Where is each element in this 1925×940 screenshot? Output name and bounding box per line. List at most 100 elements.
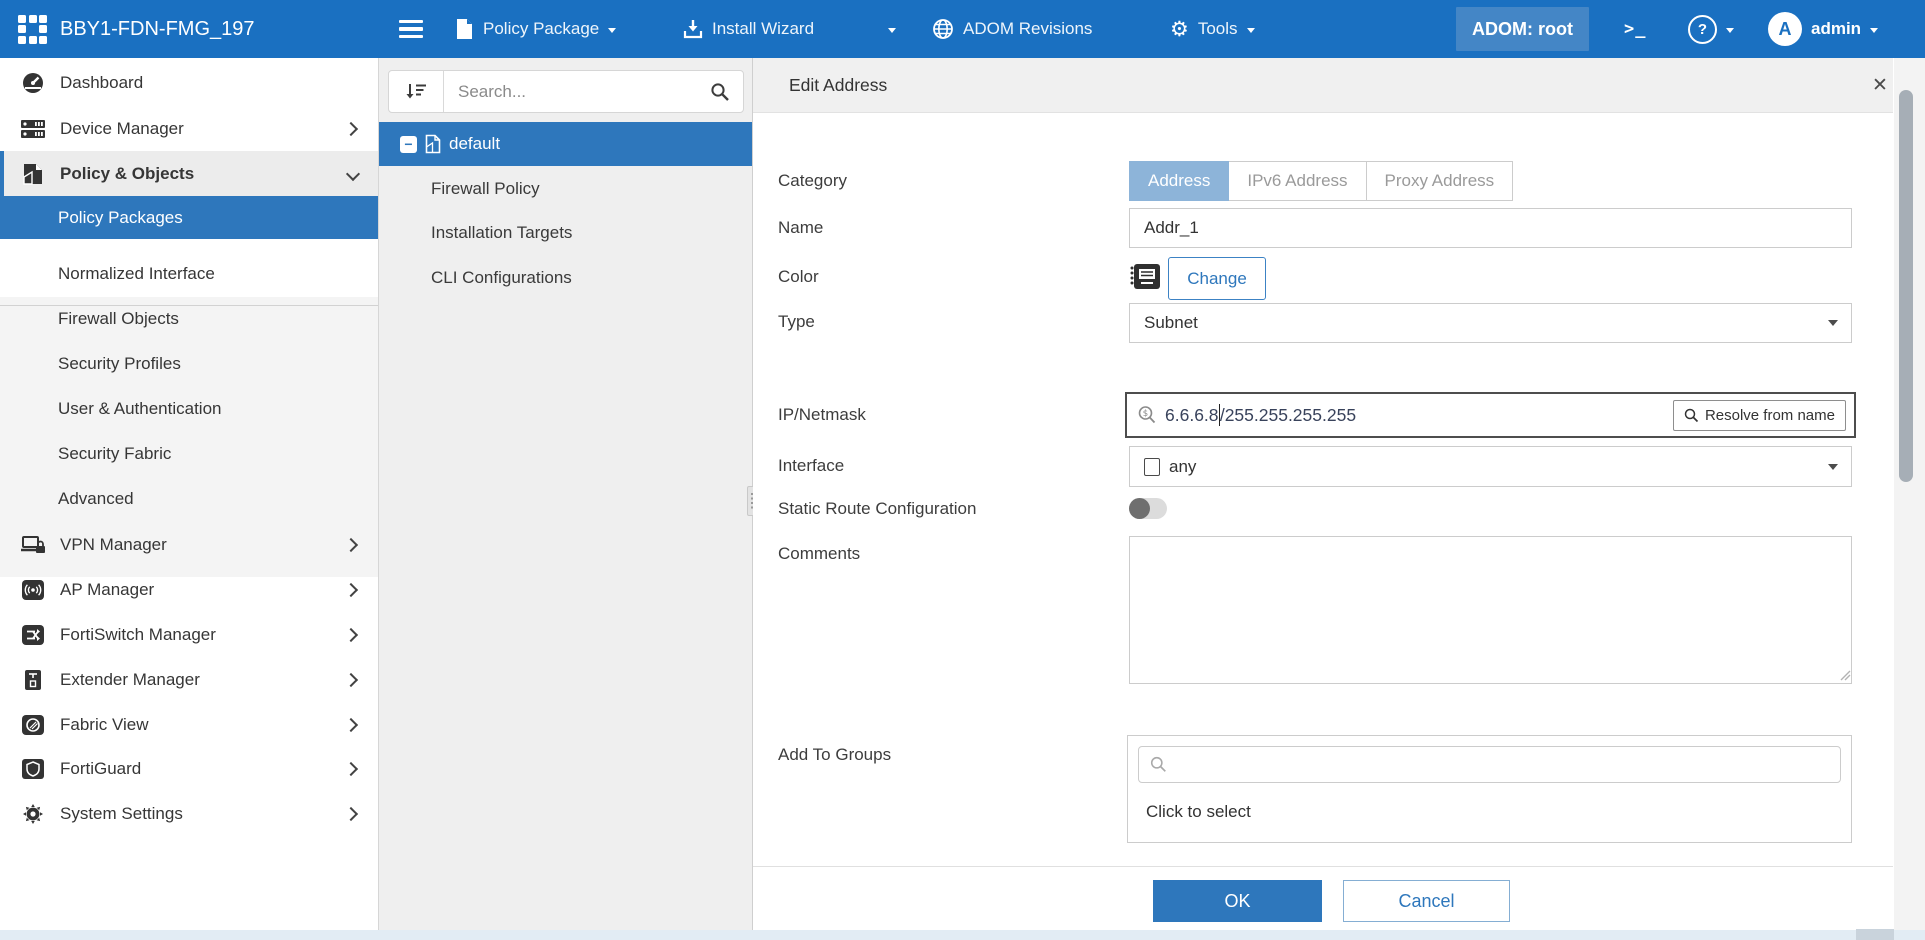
static-route-toggle[interactable] [1129, 498, 1167, 519]
sidebar-item-vpn-manager[interactable]: VPN Manager [0, 523, 378, 567]
name-input[interactable] [1129, 208, 1852, 248]
chevron-down-icon [1828, 320, 1838, 326]
chevron-down-icon [888, 28, 896, 33]
sidebar-item-policy-packages[interactable]: Policy Packages [0, 196, 378, 239]
category-option-proxy[interactable]: Proxy Address [1367, 161, 1514, 201]
add-to-groups-label: Add To Groups [778, 745, 891, 765]
package-node-cli-configurations[interactable]: CLI Configurations [379, 256, 805, 300]
sidebar-item-fabric-view[interactable]: Fabric View [0, 703, 378, 747]
grid-icon [18, 15, 47, 44]
help-menu[interactable]: ? [1688, 0, 1734, 58]
name-label: Name [778, 218, 823, 238]
sidebar-item-extender-manager[interactable]: Extender Manager [0, 658, 378, 702]
globe-icon [932, 18, 954, 40]
type-select[interactable]: Subnet [1129, 303, 1852, 343]
color-label: Color [778, 267, 819, 287]
username: admin [1811, 19, 1861, 39]
sidebar-item-fortiguard[interactable]: FortiGuard [0, 747, 378, 791]
sidebar-item-dashboard[interactable]: Dashboard [0, 61, 378, 105]
editor-header [753, 58, 1893, 113]
chevron-down-icon [608, 28, 616, 33]
hamburger-menu[interactable] [399, 0, 423, 58]
sidebar-item-normalized-interface[interactable]: Normalized Interface [0, 252, 378, 296]
sidebar-item-device-manager[interactable]: Device Manager [0, 107, 378, 151]
fortimanager-app: BBY1-FDN-FMG_197 Policy Package Install … [0, 0, 1925, 940]
sidebar-item-security-profiles[interactable]: Security Profiles [0, 342, 378, 386]
cli-console-button[interactable]: >_ [1624, 0, 1646, 58]
chevron-right-icon [344, 122, 358, 136]
gear-icon: ⚙ [1170, 19, 1189, 40]
fortiguard-icon [20, 756, 46, 782]
ip-netmask-label: IP/Netmask [778, 405, 866, 425]
category-segmented-control: Address IPv6 Address Proxy Address [1129, 161, 1513, 201]
ip-netmask-input[interactable]: $ 6.6.6.8/255.255.255.255 Resolve from n… [1125, 392, 1856, 438]
package-icon [425, 134, 441, 154]
package-node-default[interactable]: − default [379, 122, 774, 166]
search-icon [1150, 756, 1167, 773]
extender-icon [20, 667, 46, 693]
vpn-manager-icon [20, 532, 46, 558]
cancel-button[interactable]: Cancel [1343, 880, 1510, 922]
app-title: BBY1-FDN-FMG_197 [60, 0, 255, 58]
checkbox-icon [1144, 458, 1160, 476]
install-icon [683, 18, 703, 40]
user-menu[interactable]: A admin [1768, 0, 1878, 58]
sidebar-item-policy-objects[interactable]: Policy & Objects [0, 151, 382, 196]
click-to-select-hint[interactable]: Click to select [1146, 802, 1251, 822]
resolve-from-name-button[interactable]: Resolve from name [1673, 400, 1846, 431]
chevron-right-icon [344, 718, 358, 732]
sidebar-item-advanced[interactable]: Advanced [0, 477, 378, 521]
ip-netmask-value: 6.6.6.8/255.255.255.255 [1165, 404, 1356, 426]
dashboard-icon [20, 70, 46, 96]
sidebar-item-system-settings[interactable]: System Settings [0, 792, 378, 836]
sidebar-item-fortiswitch-manager[interactable]: FortiSwitch Manager [0, 613, 378, 657]
sort-icon [405, 82, 427, 102]
horizontal-scrollbar-track[interactable] [0, 930, 1925, 940]
groups-search-input[interactable] [1175, 755, 1840, 775]
add-to-groups-box[interactable]: Click to select [1127, 735, 1852, 843]
interface-label: Interface [778, 456, 844, 476]
category-option-address[interactable]: Address [1129, 161, 1229, 201]
collapse-icon[interactable]: − [400, 136, 417, 153]
menu-adom-revisions[interactable]: ADOM Revisions [932, 0, 1092, 58]
policy-objects-icon [20, 161, 46, 187]
sort-button[interactable] [389, 71, 444, 112]
groups-search-field[interactable] [1138, 746, 1841, 783]
chevron-right-icon [344, 673, 358, 687]
package-search-bar [388, 70, 744, 113]
toggle-knob [1129, 498, 1150, 519]
avatar: A [1768, 12, 1802, 46]
apps-grid-icon[interactable] [18, 0, 47, 58]
chevron-down-icon [1726, 28, 1734, 33]
main-sidebar: Dashboard Device Manager Policy & Object… [0, 58, 378, 930]
ap-manager-icon [20, 577, 46, 603]
sidebar-item-user-authentication[interactable]: User & Authentication [0, 387, 378, 431]
install-wizard-dropdown[interactable] [888, 0, 896, 58]
sidebar-item-security-fabric[interactable]: Security Fabric [0, 432, 378, 476]
package-node-installation-targets[interactable]: Installation Targets [379, 211, 805, 255]
search-submit[interactable] [697, 82, 743, 102]
device-manager-icon [20, 116, 46, 142]
adom-badge-wrap[interactable]: ADOM: root [1456, 0, 1589, 58]
color-change-button[interactable]: Change [1168, 257, 1266, 300]
comments-textarea[interactable] [1129, 536, 1852, 684]
hamburger-icon [399, 20, 423, 38]
ok-button[interactable]: OK [1153, 880, 1322, 922]
package-search-input[interactable] [444, 82, 697, 102]
category-option-ipv6[interactable]: IPv6 Address [1229, 161, 1366, 201]
scrollbar-corner [1856, 929, 1894, 940]
resolve-search-icon: $ [1137, 405, 1157, 425]
chevron-right-icon [344, 762, 358, 776]
menu-policy-package[interactable]: Policy Package [455, 0, 616, 58]
search-icon [710, 82, 730, 102]
menu-install-wizard[interactable]: Install Wizard [683, 0, 814, 58]
sidebar-item-ap-manager[interactable]: AP Manager [0, 568, 378, 612]
close-icon[interactable]: ✕ [1866, 58, 1894, 112]
interface-select[interactable]: any [1129, 446, 1852, 487]
sidebar-item-firewall-objects[interactable]: Firewall Objects [0, 297, 378, 341]
chevron-right-icon [344, 583, 358, 597]
vertical-scrollbar-thumb[interactable] [1899, 90, 1913, 482]
package-node-firewall-policy[interactable]: Firewall Policy [379, 167, 805, 211]
help-icon: ? [1688, 15, 1717, 44]
menu-tools[interactable]: ⚙ Tools [1170, 0, 1255, 58]
